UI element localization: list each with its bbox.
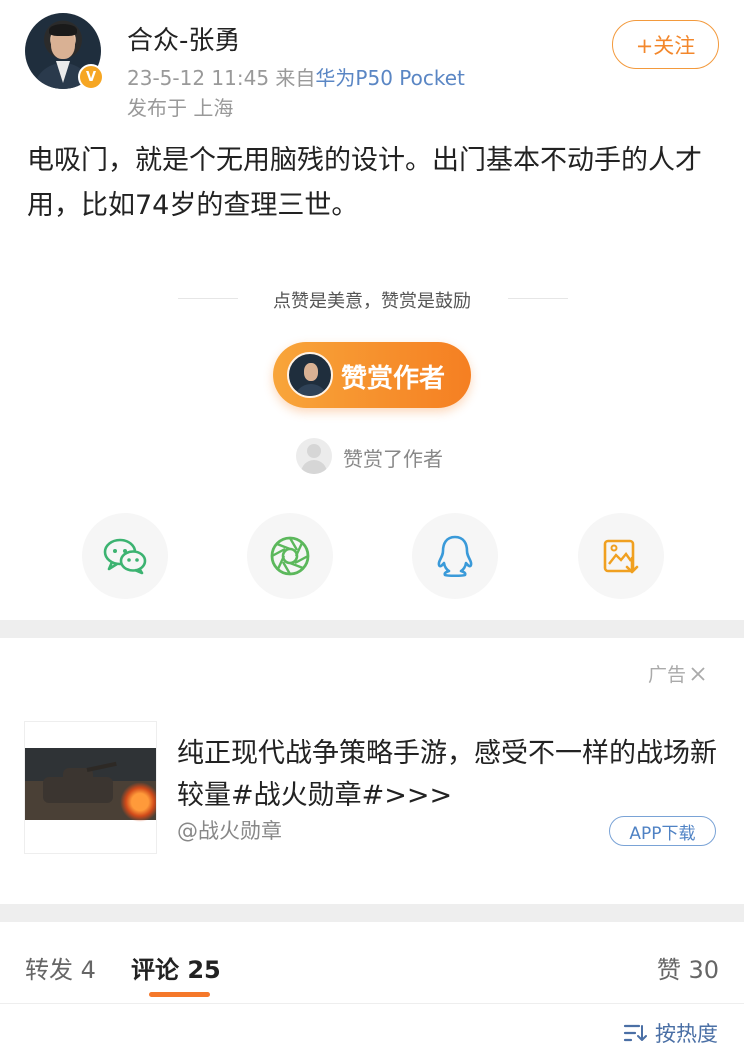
app-download-button[interactable]: APP下载 [609,816,716,846]
divider-right [508,298,568,299]
close-icon[interactable] [690,666,706,682]
section-separator [0,620,744,638]
reward-avatar-suit [294,384,328,396]
reward-author-button[interactable]: 赞赏作者 [273,342,471,408]
reward-avatar [287,352,333,398]
follow-button[interactable]: +关注 [612,20,719,69]
ad-label[interactable]: 广告 [648,660,706,687]
ad-label-text: 广告 [648,664,687,686]
share-row [0,513,744,601]
rewarder-body [301,460,327,474]
active-tab-indicator [149,992,210,997]
tab-comment-count: 25 [187,956,221,984]
share-qq-button[interactable] [412,513,498,599]
sort-label: 按热度 [655,1022,718,1046]
save-image-button[interactable] [578,513,664,599]
tab-comment[interactable]: 评论 25 [131,950,221,985]
rewarder-head [307,444,321,458]
ad-source[interactable]: @战火勋章 [177,815,282,845]
interaction-tabs: 转发 4 评论 25 赞 30 [0,944,744,1004]
reward-tagline-text: 点赞是美意，赞赏是鼓励 [273,291,471,312]
save-image-icon [603,539,639,574]
device-link[interactable]: 华为P50 Pocket [315,66,464,90]
post-timestamp: 23-5-12 11:45 [127,66,270,90]
ad-title[interactable]: 纯正现代战争策略手游，感受不一样的战场新较量#战火勋章#>>> [177,733,717,817]
avatar-hair [49,24,77,36]
ad-fire [120,782,156,822]
verified-badge-icon: V [78,64,104,90]
author-name[interactable]: 合众-张勇 [127,20,240,57]
wechat-icon [103,538,147,575]
tab-comment-label: 评论 [131,956,179,984]
post-meta: 23-5-12 11:45 来自华为P50 Pocket [127,62,465,91]
ad-tank-gun [86,761,117,772]
qq-icon [437,535,473,578]
rewarder-avatar [296,438,332,474]
share-wechat-button[interactable] [82,513,168,599]
tab-like[interactable]: 赞 30 [657,950,719,985]
ad-tank [43,777,113,803]
source-prefix: 来自 [275,66,316,90]
tab-repost[interactable]: 转发 4 [25,950,96,985]
tab-divider [0,1003,744,1004]
rewarded-text: 赞赏了作者 [343,447,443,471]
reward-tagline: 点赞是美意，赞赏是鼓励 [0,284,744,314]
ad-thumbnail[interactable] [24,721,157,854]
reward-avatar-face [304,363,318,381]
post-text: 电吸门，就是个无用脑残的设计。出门基本不动手的人才用，比如74岁的查理三世。 [27,145,702,221]
reward-button-label: 赞赏作者 [341,364,446,394]
moments-icon [270,536,310,576]
section-separator [0,904,744,922]
post-location: 发布于 上海 [127,96,234,120]
sort-icon [623,1024,647,1042]
post-header: V 合众-张勇 23-5-12 11:45 来自华为P50 Pocket 发布于… [0,0,744,120]
sort-by-heat-button[interactable]: 按热度 [623,1018,718,1048]
share-moments-button[interactable] [247,513,333,599]
